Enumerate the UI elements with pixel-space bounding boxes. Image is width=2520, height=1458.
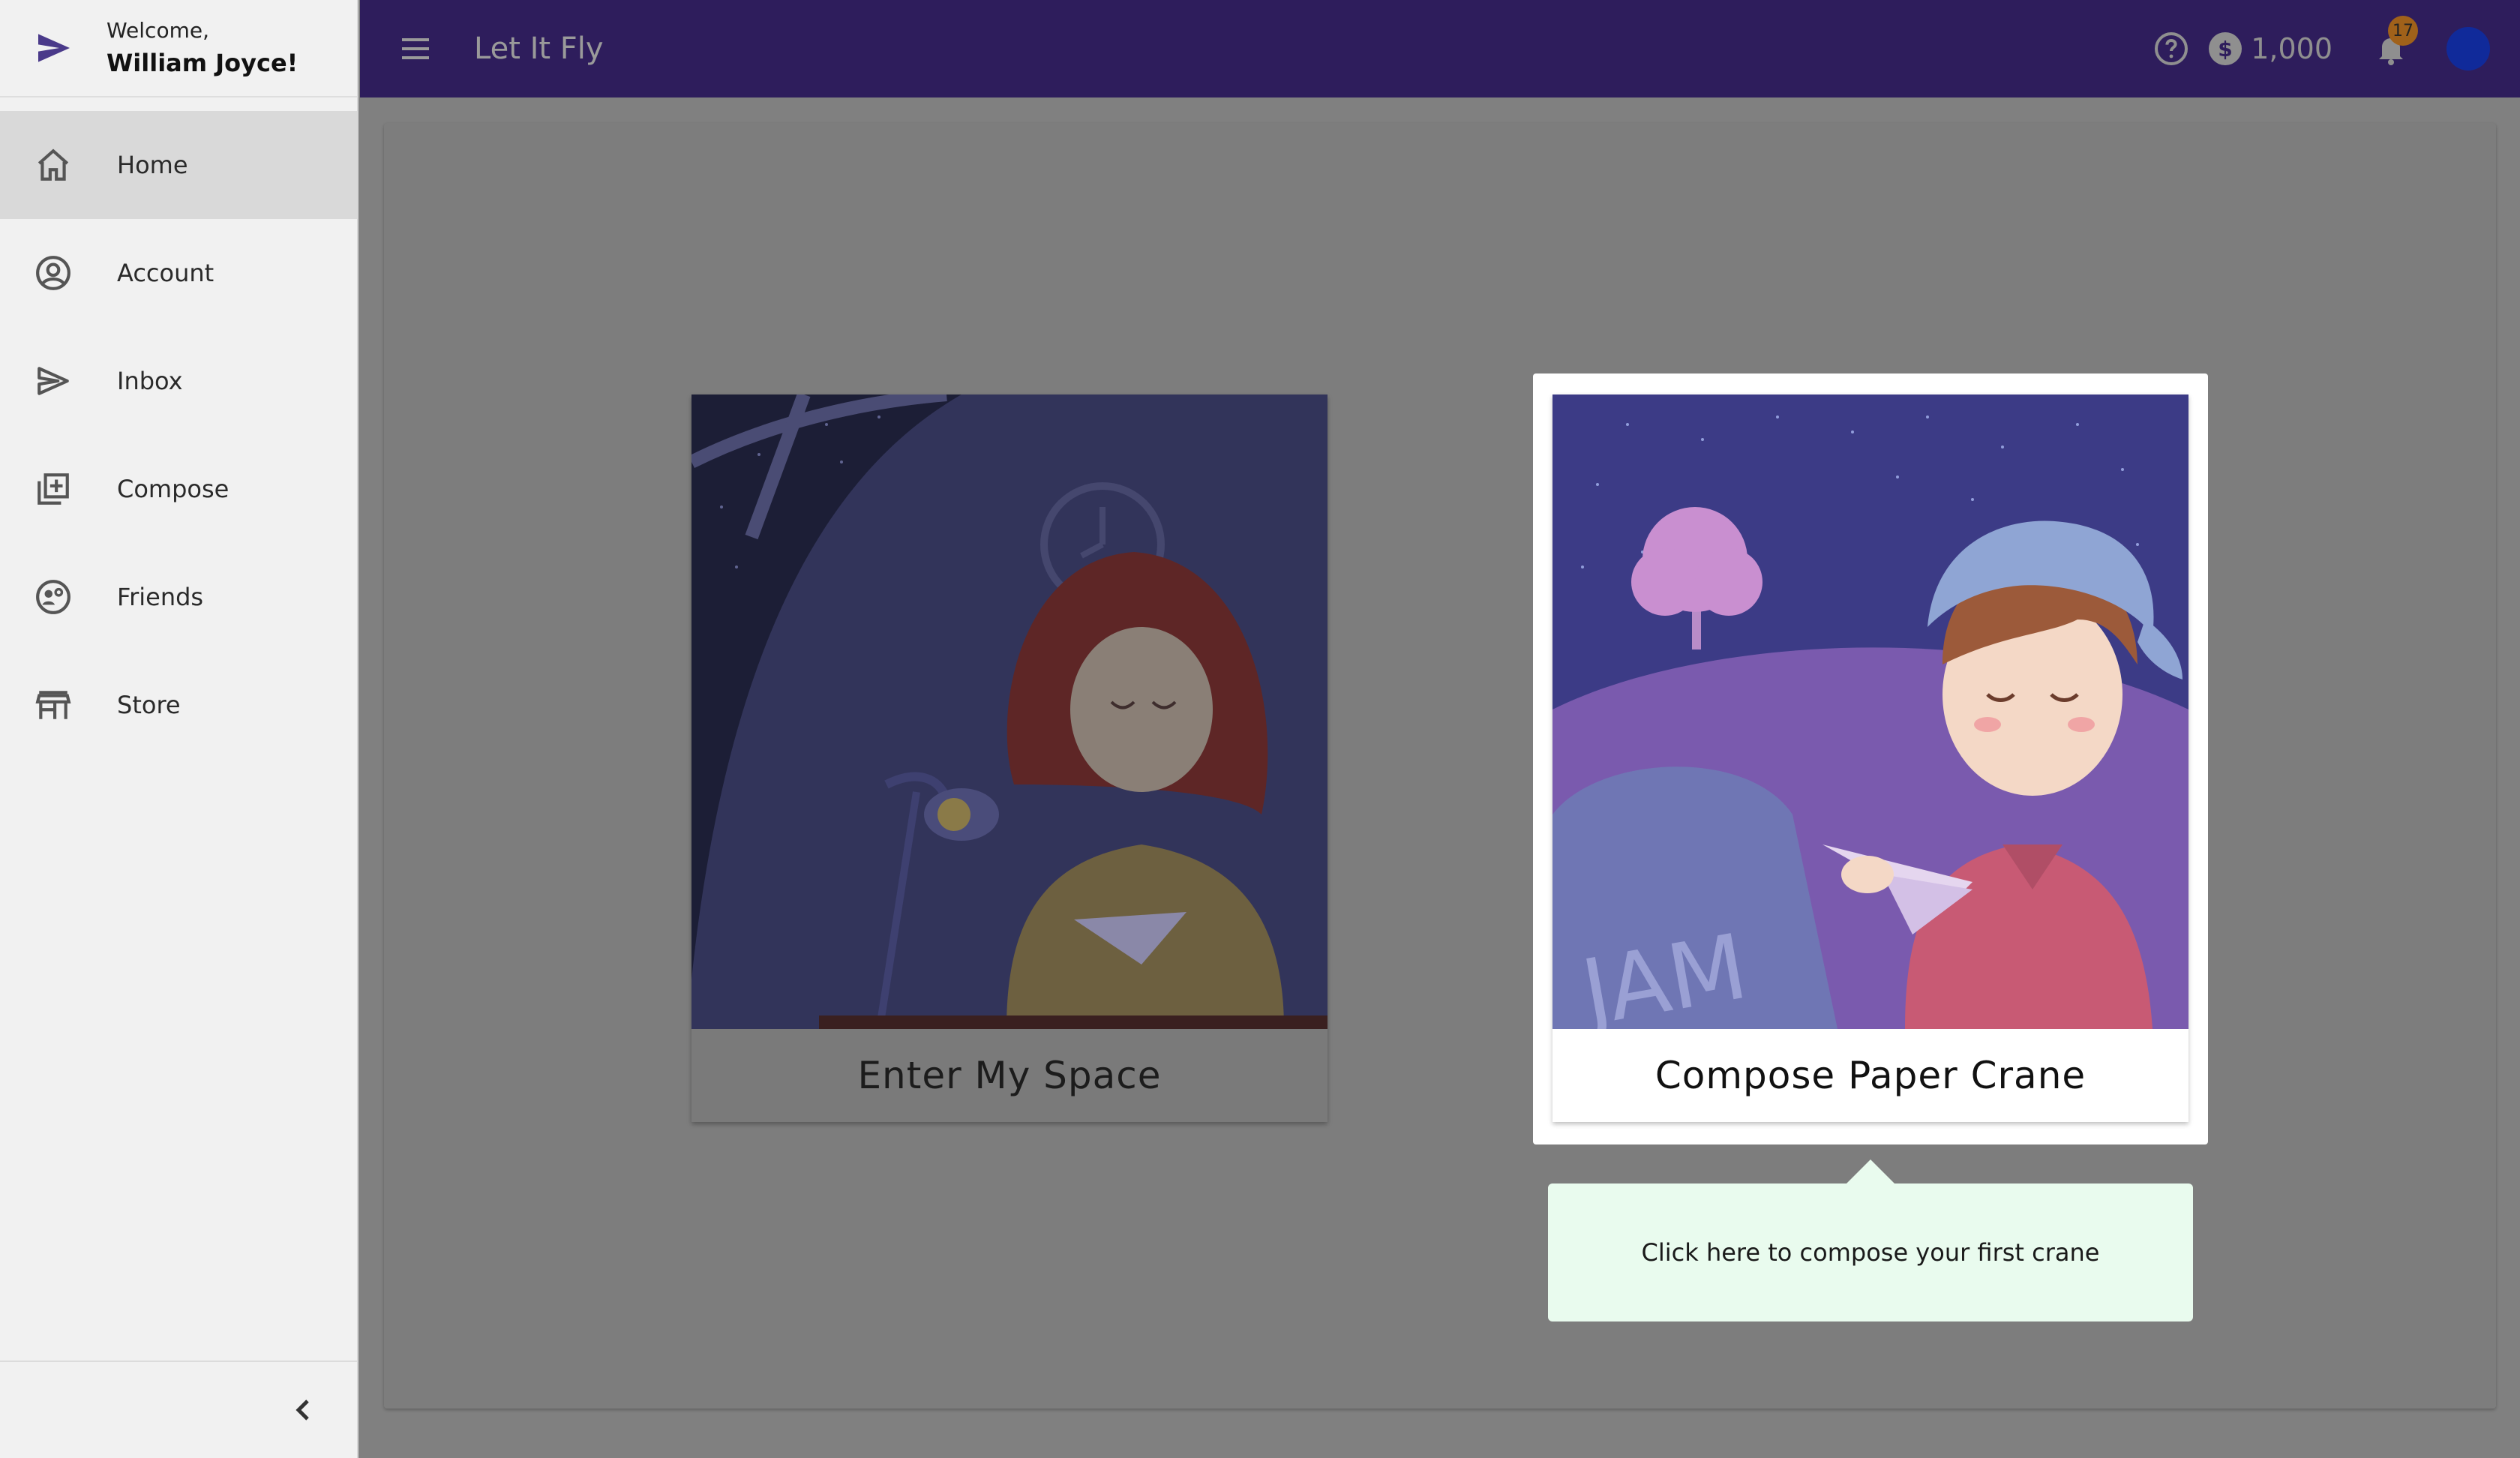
sidebar-item-label: Store (117, 691, 181, 719)
notifications-button[interactable]: 17 (2373, 16, 2418, 67)
sidebar: Welcome, William Joyce! Home Account Inb… (0, 0, 358, 1458)
coin-balance: 1,000 (2251, 32, 2332, 65)
onboarding-tooltip[interactable]: Click here to compose your first crane (1548, 1184, 2193, 1322)
sidebar-item-label: Friends (117, 583, 204, 611)
friends-icon (36, 580, 70, 614)
send-icon (38, 367, 69, 395)
sidebar-item-compose[interactable]: Compose (0, 435, 357, 543)
boy-with-paper-crane-illustration: JAM (1552, 394, 2188, 1029)
enter-my-space-card[interactable]: Enter My Space (692, 394, 1328, 1122)
sidebar-item-label: Account (117, 259, 214, 287)
sidebar-nav: Home Account Inbox Compose Friends Store (0, 111, 357, 759)
chevron-left-icon[interactable] (285, 1392, 321, 1428)
sidebar-item-label: Compose (117, 475, 230, 503)
card-label: Compose Paper Crane (1552, 1029, 2188, 1122)
sidebar-item-label: Home (117, 151, 188, 179)
tooltip-arrow (1846, 1160, 1894, 1184)
girl-at-desk-illustration (692, 394, 1328, 1029)
dollar-coin-icon: $ (2209, 32, 2242, 65)
sidebar-item-store[interactable]: Store (0, 651, 357, 759)
sidebar-header: Welcome, William Joyce! (0, 0, 357, 98)
help-icon[interactable] (2153, 31, 2189, 67)
sidebar-footer (0, 1360, 357, 1458)
notification-badge: 17 (2388, 16, 2418, 46)
compose-paper-crane-card[interactable]: JAM Compose Paper Crane (1552, 394, 2188, 1122)
svg-text:$: $ (2218, 37, 2232, 62)
library-add-icon (38, 473, 69, 505)
sidebar-item-friends[interactable]: Friends (0, 543, 357, 651)
paper-plane-logo-icon (38, 34, 70, 62)
avatar[interactable] (2446, 27, 2490, 70)
top-app-bar: Let It Fly $ 1,000 17 (360, 0, 2520, 98)
home-icon (38, 148, 69, 181)
sidebar-item-account[interactable]: Account (0, 219, 357, 327)
hamburger-menu-icon[interactable] (398, 31, 434, 67)
welcome-text: Welcome, (106, 18, 209, 43)
topbar-actions: $ 1,000 17 (2153, 16, 2490, 70)
account-circle-icon (36, 256, 70, 290)
user-name: William Joyce! (106, 49, 298, 77)
sidebar-item-home[interactable]: Home (0, 111, 357, 219)
app-title: Let It Fly (474, 32, 604, 66)
store-icon (35, 691, 71, 719)
card-label: Enter My Space (692, 1029, 1328, 1122)
sidebar-item-label: Inbox (117, 367, 183, 395)
welcome-block: Welcome, William Joyce! (106, 16, 298, 80)
sidebar-item-inbox[interactable]: Inbox (0, 327, 357, 435)
